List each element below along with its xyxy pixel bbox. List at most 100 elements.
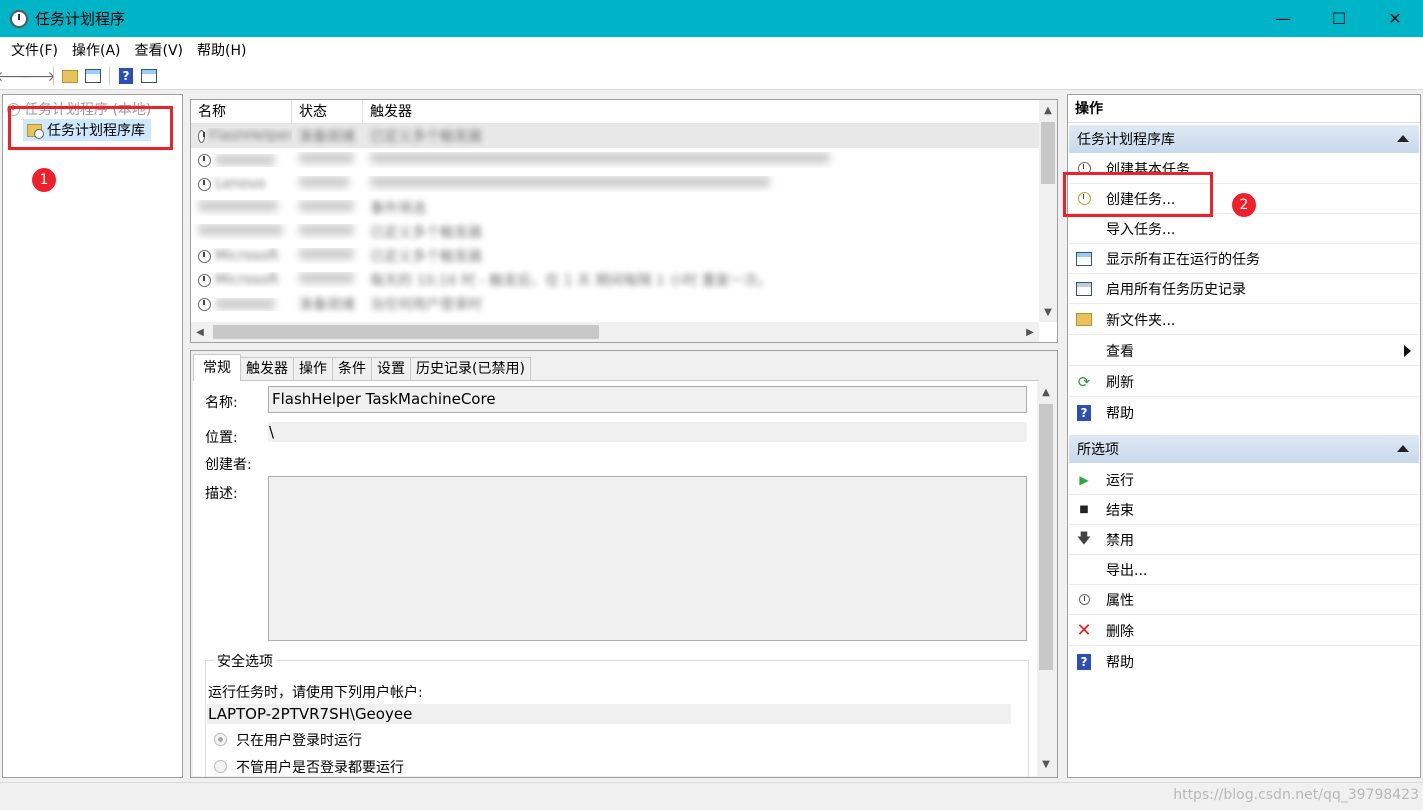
task-row[interactable]: Microsoft 已定义多个触发器 [191, 244, 1039, 268]
annotation-box-2 [1063, 172, 1213, 217]
scroll-up-arrow-icon[interactable]: ▲ [1037, 382, 1055, 402]
scroll-up-arrow-icon[interactable]: ▲ [1039, 100, 1057, 120]
redacted-text [198, 224, 283, 236]
action-label: 显示所有正在运行的任务 [1106, 251, 1260, 268]
action-disable[interactable]: 🡇 禁用 [1069, 525, 1419, 555]
scrollbar-thumb[interactable] [213, 325, 599, 339]
stop-icon: ■ [1079, 504, 1089, 515]
close-button[interactable]: ✕ [1367, 0, 1423, 37]
show-hide-action-pane-icon[interactable] [139, 66, 159, 86]
task-scheduler-app-icon [10, 9, 28, 28]
task-name: Microsoft [215, 272, 279, 288]
redacted-text [370, 152, 830, 164]
tab-triggers[interactable]: 触发器 [240, 357, 294, 381]
action-run[interactable]: ▶ 运行 [1069, 465, 1419, 495]
scroll-down-arrow-icon[interactable]: ▼ [1039, 302, 1057, 322]
redacted-text [370, 176, 770, 188]
redacted-text [299, 176, 349, 188]
collapse-caret-icon[interactable] [1397, 135, 1409, 142]
section-task-library[interactable]: 任务计划程序库 [1069, 125, 1419, 153]
show-hide-console-tree-icon[interactable] [83, 66, 103, 86]
details-vertical-scrollbar[interactable]: ▲ ▼ [1037, 382, 1055, 776]
column-header-status[interactable]: 状态 [292, 100, 363, 124]
task-trigger: 已定义多个触发器 [370, 249, 482, 265]
action-end[interactable]: ■ 结束 [1069, 495, 1419, 525]
maximize-button[interactable]: ☐ [1311, 0, 1367, 37]
help-icon: ? [1076, 654, 1092, 670]
task-description-field[interactable] [268, 476, 1027, 641]
action-label: 导出... [1106, 562, 1148, 579]
task-clock-icon [198, 153, 211, 167]
window-controls: — ☐ ✕ [1255, 0, 1423, 37]
toolbar-separator [109, 67, 110, 85]
refresh-icon: ⟳ [1077, 372, 1091, 391]
task-list-horizontal-scrollbar[interactable]: ◀ ▶ [191, 322, 1039, 342]
action-enable-history[interactable]: 启用所有任务历史记录 [1069, 274, 1419, 304]
action-label: 运行 [1106, 472, 1134, 489]
action-help-selected[interactable]: ? 帮助 [1069, 647, 1419, 677]
radio-run-only-when-logged-on[interactable] [214, 733, 227, 746]
action-help[interactable]: ? 帮助 [1069, 398, 1419, 428]
run-as-account-field[interactable]: LAPTOP-2PTVR7SH\Geoyee [207, 704, 1011, 724]
task-list-vertical-scrollbar[interactable]: ▲ ▼ [1039, 100, 1057, 322]
task-location-field[interactable]: \ [268, 422, 1027, 442]
section-selected-item[interactable]: 所选项 [1069, 435, 1419, 463]
task-name: FlashHelper [209, 128, 292, 144]
action-label: 启用所有任务历史记录 [1106, 281, 1246, 298]
action-view[interactable]: 查看 [1069, 336, 1419, 366]
tab-actions[interactable]: 操作 [293, 357, 333, 381]
tab-history[interactable]: 历史记录(已禁用) [410, 357, 531, 381]
action-label: 删除 [1106, 623, 1134, 640]
action-export[interactable]: 导出... [1069, 555, 1419, 585]
minimize-button[interactable]: — [1255, 0, 1311, 37]
scroll-right-arrow-icon[interactable]: ▶ [1021, 322, 1039, 342]
task-name-field[interactable]: FlashHelper TaskMachineCore [268, 386, 1027, 413]
action-new-folder[interactable]: 新文件夹... [1069, 305, 1419, 335]
forward-arrow-icon[interactable]: 🡒 [18, 66, 56, 86]
actions-header: 操作 [1068, 95, 1420, 123]
scroll-down-arrow-icon[interactable]: ▼ [1037, 754, 1055, 774]
delete-icon: ✕ [1076, 620, 1092, 641]
action-refresh[interactable]: ⟳ 刷新 [1069, 367, 1419, 397]
task-trigger: 每天的 10:16 时 - 触发后，在 1 天 期间每隔 1 小时 重复一次。 [370, 273, 772, 289]
task-clock-icon [198, 129, 206, 143]
menu-action[interactable]: 操作(A) [65, 40, 128, 60]
section-task-library-label: 任务计划程序库 [1077, 132, 1175, 148]
column-header-name[interactable]: 名称 [191, 100, 292, 124]
redacted-text [215, 154, 275, 166]
annotation-badge-1: 1 [32, 168, 56, 192]
action-delete[interactable]: ✕ 删除 [1069, 616, 1419, 646]
collapse-caret-icon[interactable] [1397, 445, 1409, 452]
tab-conditions[interactable]: 条件 [332, 357, 372, 381]
menu-file[interactable]: 文件(F) [4, 40, 65, 60]
task-row[interactable] [191, 148, 1039, 172]
task-row[interactable]: 准备就绪 当任何用户登录时 [191, 292, 1039, 316]
task-clock-icon [198, 297, 211, 311]
task-row[interactable]: Microsoft 每天的 10:16 时 - 触发后，在 1 天 期间每隔 1… [191, 268, 1039, 292]
redacted-text [299, 224, 354, 236]
action-import-task[interactable]: 导入任务... [1069, 214, 1419, 244]
task-row[interactable]: 已定义多个触发器 [191, 220, 1039, 244]
action-display-running-tasks[interactable]: 显示所有正在运行的任务 [1069, 244, 1419, 274]
menu-help[interactable]: 帮助(H) [190, 40, 253, 60]
column-header-trigger[interactable]: 触发器 [363, 100, 1039, 124]
scroll-left-arrow-icon[interactable]: ◀ [191, 322, 209, 342]
action-properties[interactable]: 属性 [1069, 585, 1419, 615]
author-label: 创建者: [205, 457, 252, 473]
task-row[interactable]: 事件筛选 [191, 196, 1039, 220]
radio-run-whether-logged-on[interactable] [214, 760, 227, 773]
up-folder-icon[interactable] [60, 66, 80, 86]
menu-view[interactable]: 查看(V) [128, 40, 191, 60]
folder-icon [1076, 312, 1092, 328]
properties-icon [1076, 592, 1092, 608]
task-row[interactable]: Lenovo [191, 172, 1039, 196]
help-icon[interactable]: ? [116, 66, 136, 86]
action-label: 属性 [1106, 592, 1134, 609]
tab-settings[interactable]: 设置 [371, 357, 411, 381]
task-row[interactable]: FlashHelper 准备就绪 已定义多个触发器 [191, 124, 1039, 148]
task-author-field[interactable] [268, 449, 1027, 469]
scrollbar-thumb[interactable] [1041, 122, 1055, 184]
task-trigger: 当任何用户登录时 [370, 297, 482, 313]
scrollbar-thumb[interactable] [1039, 404, 1053, 670]
tab-general[interactable]: 常规 [193, 354, 241, 381]
